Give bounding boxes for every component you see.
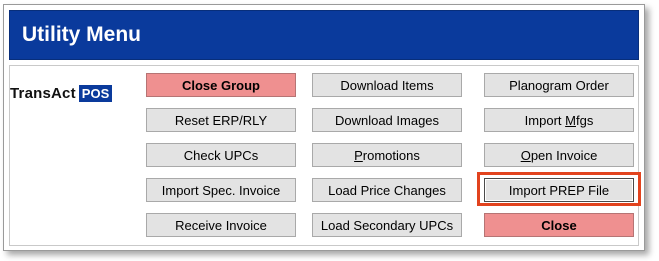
download-items-button[interactable]: Download Items xyxy=(312,73,462,97)
import-mfgs-mnemonic: M xyxy=(565,112,576,128)
reset-erp-rly-label: Reset ERP/RLY xyxy=(174,112,268,128)
close-group-button[interactable]: Close Group xyxy=(146,73,296,97)
import-spec-invoice-label: Import Spec. Invoice xyxy=(161,182,281,198)
import-spec-invoice-button[interactable]: Import Spec. Invoice xyxy=(146,178,296,202)
promotions-mnemonic: P xyxy=(354,147,363,163)
load-secondary-upcs-button[interactable]: Load Secondary UPCs xyxy=(312,213,462,237)
logo-pos-badge: POS xyxy=(78,84,113,102)
load-secondary-upcs-label: Load Secondary UPCs xyxy=(320,217,454,233)
download-images-label: Download Images xyxy=(334,112,440,128)
receive-invoice-button[interactable]: Receive Invoice xyxy=(146,213,296,237)
download-items-label: Download Items xyxy=(340,77,434,93)
import-mfgs-label: Import Mfgs xyxy=(524,112,594,128)
download-images-button[interactable]: Download Images xyxy=(312,108,462,132)
reset-erp-rly-button[interactable]: Reset ERP/RLY xyxy=(146,108,296,132)
check-upcs-button[interactable]: Check UPCs xyxy=(146,143,296,167)
open-invoice-label: Open Invoice xyxy=(520,147,598,163)
load-price-changes-label: Load Price Changes xyxy=(328,182,446,198)
load-price-changes-button[interactable]: Load Price Changes xyxy=(312,178,462,202)
receive-invoice-label: Receive Invoice xyxy=(175,217,267,233)
title-bar: Utility Menu xyxy=(9,10,639,60)
highlight-box xyxy=(477,172,641,206)
promotions-button[interactable]: Promotions xyxy=(312,143,462,167)
open-invoice-mnemonic: O xyxy=(520,147,531,163)
planogram-order-label: Planogram Order xyxy=(509,77,609,93)
window-title: Utility Menu xyxy=(22,23,141,46)
open-invoice-button[interactable]: Open Invoice xyxy=(484,143,634,167)
close-button[interactable]: Close xyxy=(484,213,634,237)
transact-pos-logo: TransAct POS xyxy=(10,83,113,103)
close-label: Close xyxy=(541,217,577,233)
logo-text: TransAct xyxy=(10,84,76,102)
import-mfgs-button[interactable]: Import Mfgs xyxy=(484,108,634,132)
promotions-label: Promotions xyxy=(354,147,420,163)
planogram-order-button[interactable]: Planogram Order xyxy=(484,73,634,97)
check-upcs-label: Check UPCs xyxy=(183,147,259,163)
close-group-label: Close Group xyxy=(181,77,260,93)
